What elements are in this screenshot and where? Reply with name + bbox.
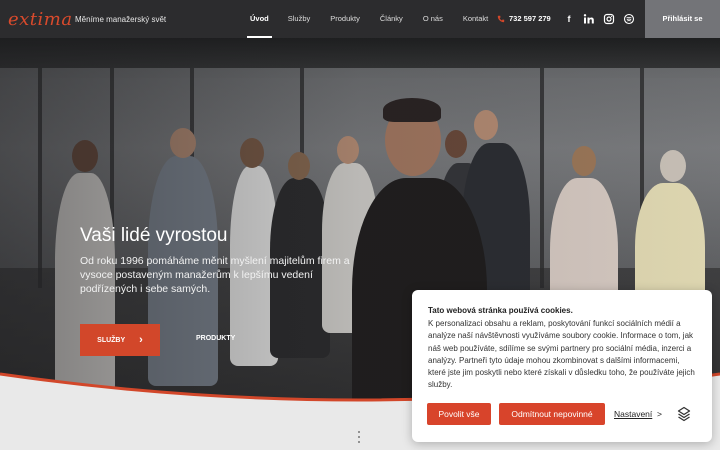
linkedin-icon[interactable] [583, 13, 595, 25]
reject-optional-button[interactable]: Odmítnout nepovinné [499, 403, 605, 425]
products-button[interactable]: PRODUKTY [196, 335, 235, 342]
scroll-indicator[interactable] [358, 431, 361, 446]
cookie-settings-link[interactable]: Nastavení [614, 409, 652, 419]
podcast-icon[interactable] [623, 13, 635, 25]
cookie-text: K personalizaci obsahu a reklam, poskyto… [428, 319, 695, 390]
site-header: extima Měníme manažerský svět Úvod Služb… [0, 0, 720, 38]
hero-title: Vaši lidé vyrostou [80, 225, 228, 246]
nav-item-o-nas[interactable]: O nás [423, 0, 443, 38]
nav-item-uvod[interactable]: Úvod [247, 0, 272, 38]
phone-number: 732 597 279 [509, 14, 551, 23]
cookie-title: Tato webová stránka používá cookies. [428, 306, 573, 315]
nav-item-produkty[interactable]: Produkty [330, 0, 360, 38]
chevron-right-icon: > [657, 409, 662, 419]
site-tagline: Měníme manažerský svět [75, 15, 167, 24]
instagram-icon[interactable] [603, 13, 615, 25]
allow-all-button[interactable]: Povolit vše [427, 403, 491, 425]
services-button[interactable]: SLUŽBY › [80, 324, 160, 356]
hero-description: Od roku 1996 pomáháme měnit myšlení maji… [80, 255, 350, 295]
services-button-label: SLUŽBY [97, 336, 126, 344]
login-button[interactable]: Přihlásit se [645, 0, 720, 38]
phone-link[interactable]: 732 597 279 [497, 0, 551, 38]
chevron-right-icon: › [139, 334, 143, 346]
main-nav: Úvod Služby Produkty Články O nás Kontak… [244, 0, 488, 38]
cookie-banner: Tato webová stránka používá cookies. K p… [412, 290, 712, 442]
phone-icon [497, 15, 505, 23]
nav-item-clanky[interactable]: Články [380, 0, 403, 38]
logo-text: extima [8, 9, 73, 30]
nav-item-kontakt[interactable]: Kontakt [463, 0, 488, 38]
cookiebot-logo-icon [677, 406, 691, 422]
site-logo[interactable]: extima [8, 9, 73, 30]
facebook-icon[interactable]: f [563, 13, 575, 25]
nav-item-sluzby[interactable]: Služby [288, 0, 311, 38]
